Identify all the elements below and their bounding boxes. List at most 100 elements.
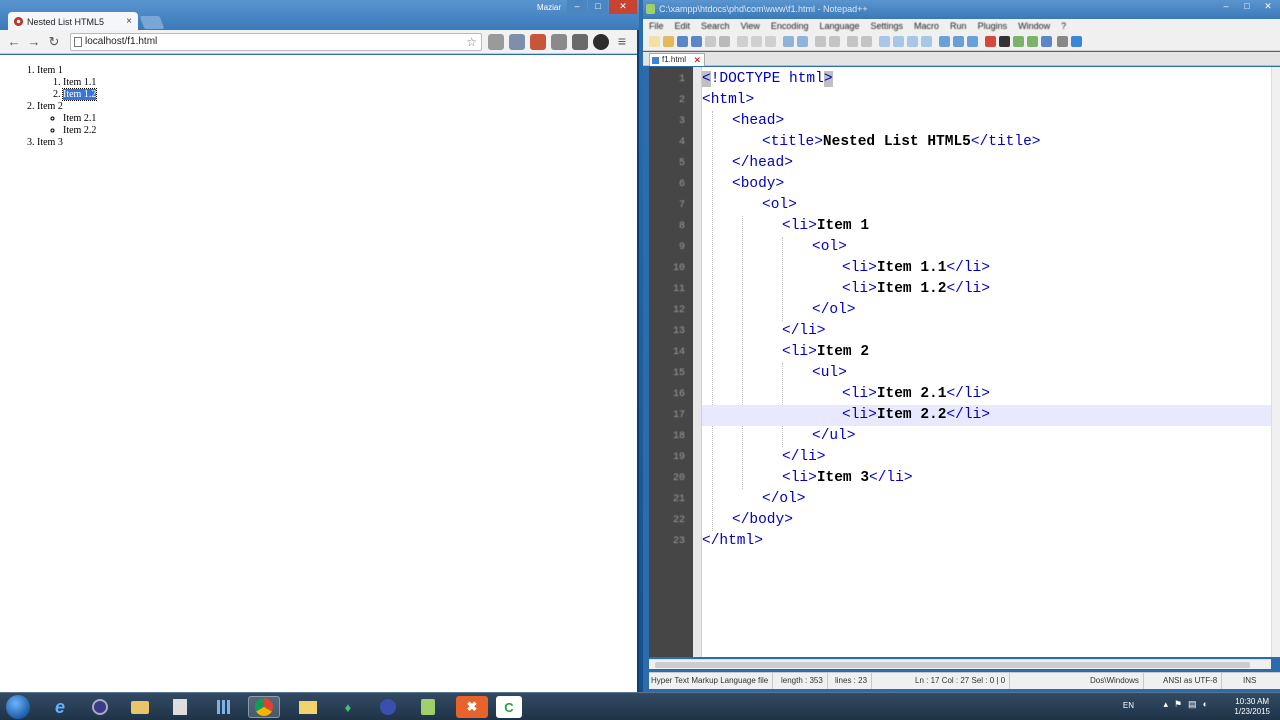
menu-help[interactable]: ?: [1061, 19, 1066, 33]
save-icon[interactable]: [677, 36, 688, 47]
list-item-label: Item 3: [37, 137, 63, 148]
address-bar[interactable]: localhost/f1.html ☆: [70, 33, 482, 51]
sync-scroll-icon[interactable]: [879, 36, 890, 47]
ccleaner-icon[interactable]: C: [496, 696, 522, 718]
puzzle-icon[interactable]: [572, 34, 588, 50]
folder-icon[interactable]: [292, 696, 324, 718]
code-line: <title>Nested List HTML5</title>: [702, 132, 1271, 153]
menu-settings[interactable]: Settings: [871, 19, 904, 33]
chrome-taskbar-icon[interactable]: [248, 696, 280, 718]
code-token: DOCTYPE html: [719, 71, 824, 87]
file-explorer-icon[interactable]: [124, 696, 156, 718]
minimize-icon[interactable]: –: [567, 0, 587, 14]
record-macro-icon[interactable]: [985, 36, 996, 47]
screenshot-icon[interactable]: [509, 34, 525, 50]
print-icon[interactable]: [719, 36, 730, 47]
code-token: </li>: [946, 260, 990, 276]
horizontal-scrollbar[interactable]: [649, 659, 1271, 669]
copy-icon[interactable]: [751, 36, 762, 47]
menu-view[interactable]: View: [741, 19, 760, 33]
tab-close-icon[interactable]: ✕: [693, 54, 701, 66]
list-item-label: Item 1: [37, 65, 63, 76]
download-icon[interactable]: [488, 34, 504, 50]
menu-plugins[interactable]: Plugins: [978, 19, 1008, 33]
clock[interactable]: 10:30 AM 1/23/2015: [1234, 697, 1270, 717]
lang-icon[interactable]: [939, 36, 950, 47]
plugin-run-icon[interactable]: [1071, 36, 1082, 47]
maximize-icon[interactable]: □: [1237, 0, 1257, 14]
browser-tab[interactable]: Nested List HTML5 ×: [8, 12, 138, 31]
close-icon[interactable]: ✕: [609, 0, 637, 14]
extension-red-icon[interactable]: [530, 34, 546, 50]
menu-window[interactable]: Window: [1018, 19, 1050, 33]
zoom-out-icon[interactable]: [861, 36, 872, 47]
code-token: </ol>: [812, 302, 856, 318]
function-list-icon[interactable]: [967, 36, 978, 47]
plugin-icon[interactable]: [1057, 36, 1068, 47]
line-number: 3: [678, 116, 685, 127]
undo-icon[interactable]: [783, 36, 794, 47]
tab-close-icon[interactable]: ×: [126, 16, 132, 27]
save-all-icon[interactable]: [691, 36, 702, 47]
status-file-type: Hyper Text Markup Language file: [651, 673, 774, 689]
editor-title: C:\xampp\htdocs\phd\com\www\f1.html - No…: [659, 4, 868, 14]
media-icon[interactable]: [84, 696, 116, 718]
code-token: Item 2.1: [876, 386, 947, 402]
save-macro-icon[interactable]: [1041, 36, 1052, 47]
internet-explorer-icon[interactable]: e: [44, 696, 76, 718]
fold-margin[interactable]: [693, 67, 702, 657]
editor-tabbar: f1.html ✕: [643, 52, 1280, 66]
menu-icon[interactable]: ≡: [614, 34, 630, 50]
dark-circle-icon[interactable]: [593, 34, 609, 50]
code-editor[interactable]: <!DOCTYPE html> <html> <head> <title>Nes…: [702, 67, 1271, 657]
maximize-icon[interactable]: □: [588, 0, 608, 14]
close-file-icon[interactable]: [705, 36, 716, 47]
new-file-icon[interactable]: [649, 36, 660, 47]
menu-search[interactable]: Search: [701, 19, 730, 33]
open-folder-icon[interactable]: [663, 36, 674, 47]
grid-app-icon[interactable]: [208, 696, 240, 718]
browser-user-label[interactable]: Maziar: [537, 3, 561, 12]
stop-macro-icon[interactable]: [999, 36, 1010, 47]
doc-tab-f1[interactable]: f1.html ✕: [649, 53, 706, 66]
reload-icon[interactable]: ↻: [46, 34, 62, 50]
forward-arrow-icon[interactable]: →: [26, 34, 42, 50]
ball-app-icon[interactable]: [372, 696, 404, 718]
menu-file[interactable]: File: [649, 19, 664, 33]
doc-map-icon[interactable]: [953, 36, 964, 47]
wrap-icon[interactable]: [893, 36, 904, 47]
menu-edit[interactable]: Edit: [675, 19, 691, 33]
run-macro-multiple-icon[interactable]: [1027, 36, 1038, 47]
find-icon[interactable]: [815, 36, 826, 47]
back-arrow-icon[interactable]: ←: [6, 34, 22, 50]
language-indicator[interactable]: EN: [1123, 701, 1134, 710]
green-app-icon[interactable]: ♦: [332, 696, 364, 718]
menu-macro[interactable]: Macro: [914, 19, 939, 33]
redo-icon[interactable]: [797, 36, 808, 47]
xampp-icon[interactable]: ✖: [456, 696, 488, 718]
notepad-plus-plus-taskbar-icon[interactable]: [412, 696, 444, 718]
code-token: <ol>: [762, 197, 797, 213]
show-all-chars-icon[interactable]: [907, 36, 918, 47]
window-icon[interactable]: [551, 34, 567, 50]
bookmark-star-icon[interactable]: ☆: [466, 34, 477, 50]
play-macro-icon[interactable]: [1013, 36, 1024, 47]
menu-language[interactable]: Language: [819, 19, 859, 33]
menu-encoding[interactable]: Encoding: [771, 19, 809, 33]
cut-icon[interactable]: [737, 36, 748, 47]
vertical-scrollbar[interactable]: [1271, 67, 1280, 657]
list-item: Item 2.2: [63, 125, 637, 137]
zoom-in-icon[interactable]: [847, 36, 858, 47]
app-icon[interactable]: [164, 696, 196, 718]
indent-guide-icon[interactable]: [921, 36, 932, 47]
paste-icon[interactable]: [765, 36, 776, 47]
code-token: <li>: [782, 344, 817, 360]
replace-icon[interactable]: [829, 36, 840, 47]
start-button-icon[interactable]: [6, 695, 30, 719]
scrollbar-thumb[interactable]: [655, 662, 1250, 668]
minimize-icon[interactable]: –: [1216, 0, 1236, 14]
menu-run[interactable]: Run: [950, 19, 967, 33]
close-icon[interactable]: ✕: [1258, 0, 1278, 14]
new-tab-button[interactable]: [139, 16, 165, 29]
tray-icons[interactable]: ▴⚑▤◐: [1163, 699, 1214, 710]
